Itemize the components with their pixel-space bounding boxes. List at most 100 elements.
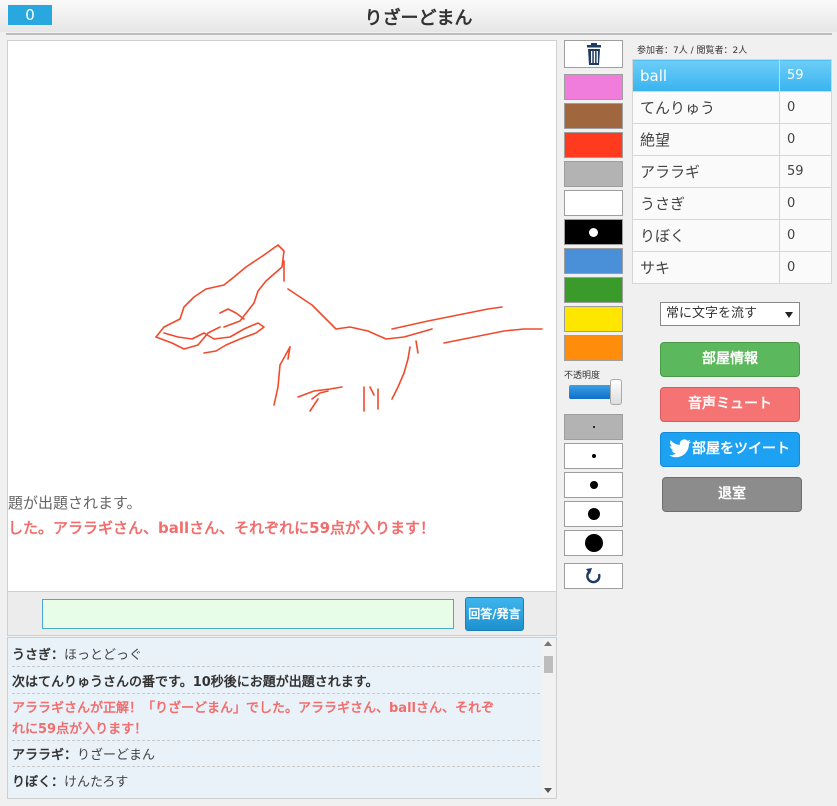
pen-dot-icon — [589, 481, 598, 489]
pen-size-5[interactable] — [564, 530, 623, 556]
color-swatch-orange[interactable] — [564, 335, 623, 361]
scroll-up-icon[interactable] — [544, 641, 552, 646]
scoreboard-row: サキ 0 — [632, 251, 832, 284]
color-swatch-brown[interactable] — [564, 103, 623, 129]
player-score: 0 — [779, 123, 832, 156]
selected-indicator-icon — [589, 228, 598, 237]
undo-button[interactable] — [564, 563, 623, 589]
page-title: りざーどまん — [364, 8, 473, 29]
chat-author: うさぎ： — [12, 648, 65, 663]
chat-author: りぼく： — [12, 775, 65, 790]
stroke-leg2 — [311, 390, 329, 400]
player-name: うさぎ — [632, 187, 780, 220]
pen-size-3[interactable] — [564, 472, 623, 498]
message-mode-select[interactable]: 常に文字を流す — [660, 302, 800, 326]
drawing-canvas[interactable]: 題が出題されます。 した。アララギさん、ballさん、それぞれに59点が入ります… — [7, 40, 557, 592]
chevron-down-icon — [785, 312, 793, 318]
message-mode-value: 常に文字を流す — [666, 306, 758, 321]
answer-submit-button[interactable]: 回答/発言 — [465, 597, 524, 631]
color-swatch-gray[interactable] — [564, 161, 623, 187]
header-divider — [6, 33, 832, 35]
trash-icon — [587, 43, 601, 65]
color-swatch-white[interactable] — [564, 190, 623, 216]
stroke-leg3 — [309, 398, 319, 412]
color-swatch-pink[interactable] — [564, 74, 623, 100]
player-name: 絶望 — [632, 123, 780, 156]
player-score: 59 — [779, 155, 832, 188]
chat-message: りぼく：けんたろす — [12, 772, 540, 793]
stroke-tail1 — [391, 306, 503, 330]
tweet-room-button[interactable]: 部屋をツイート — [660, 432, 800, 467]
answer-bar: 回答/発言 — [7, 592, 557, 636]
stroke-back — [287, 288, 433, 340]
pen-size-4[interactable] — [564, 501, 623, 527]
player-score: 0 — [779, 219, 832, 252]
scoreboard-row: アララギ 59 — [632, 155, 832, 188]
player-name: アララギ — [632, 155, 780, 188]
scoreboard-row: てんりゅう 0 — [632, 91, 832, 124]
chat-message: アララギさんが正解！「りざーどまん」でした。アララギさん、ballさん、それぞ … — [12, 698, 540, 741]
chat-text-cont: れに59点が入ります！ — [12, 722, 148, 737]
scoreboard-row: ball 59 — [632, 59, 832, 92]
mute-audio-button[interactable]: 音声ミュート — [660, 387, 800, 422]
stroke-arm2 — [219, 308, 245, 320]
chat-text: 次はてんりゅうさんの番です。10秒後にお題が出題されます。 — [12, 675, 379, 690]
scoreboard-row: 絶望 0 — [632, 123, 832, 156]
opacity-slider-thumb[interactable] — [609, 379, 622, 405]
chat-text: アララギさんが正解！「りざーどまん」でした。アララギさん、ballさん、それぞ — [12, 701, 494, 716]
player-score: 0 — [779, 251, 832, 284]
chat-message: うさぎ：ほっとどっぐ — [12, 645, 540, 667]
scroll-thumb[interactable] — [544, 656, 553, 673]
player-score: 0 — [779, 187, 832, 220]
color-swatch-red[interactable] — [564, 132, 623, 158]
player-name: ball — [632, 59, 780, 92]
twitter-bird-icon — [669, 439, 692, 458]
stroke-belly — [273, 346, 291, 406]
chat-author: アララギ： — [12, 748, 78, 763]
stroke-leg1 — [297, 386, 343, 398]
stroke-arm — [203, 322, 265, 354]
answer-input[interactable] — [42, 599, 454, 629]
pen-dot-icon — [592, 426, 595, 428]
color-swatch-green[interactable] — [564, 277, 623, 303]
canvas-message-line2: した。アララギさん、ballさん、それぞれに59点が入ります！ — [8, 519, 436, 537]
pen-dot-icon — [591, 454, 596, 458]
chat-text: りざーどまん — [77, 748, 156, 763]
scoreboard-row: りぼく 0 — [632, 219, 832, 252]
canvas-message-line1: 題が出題されます。 — [8, 494, 142, 512]
chat-scrollbar[interactable] — [542, 639, 555, 797]
pen-dot-icon — [587, 508, 600, 520]
chat-text: ほっとどっぐ — [64, 648, 143, 663]
header-bar: 0 りざーどまん — [0, 0, 837, 32]
participant-count: 参加者：7人 / 閲覧者：2人 — [637, 46, 748, 56]
scroll-down-icon[interactable] — [544, 788, 552, 793]
clear-canvas-button[interactable] — [564, 40, 623, 68]
stroke-head — [155, 244, 285, 338]
stroke-jaw — [163, 332, 205, 340]
opacity-label: 不透明度 — [564, 371, 601, 381]
scoreboard-table: ball 59 てんりゅう 0 絶望 0 アララギ 59 うさぎ 0 りぼく 0… — [632, 59, 832, 284]
pen-size-1[interactable] — [564, 414, 623, 440]
pen-dot-icon — [584, 534, 603, 552]
chat-log[interactable]: うさぎ：ほっとどっぐ 次はてんりゅうさんの番です。10秒後にお題が出題されます。… — [7, 637, 557, 799]
undo-icon — [586, 568, 601, 584]
pen-size-2[interactable] — [564, 443, 623, 469]
room-info-button[interactable]: 部屋情報 — [660, 342, 800, 377]
stroke-leg7 — [415, 340, 419, 354]
chat-message: 次はてんりゅうさんの番です。10秒後にお題が出題されます。 — [12, 672, 540, 694]
stroke-tail2 — [443, 328, 543, 344]
chat-message: アララギ：りざーどまん — [12, 745, 540, 767]
stroke-small — [369, 386, 375, 396]
color-swatch-blue[interactable] — [564, 248, 623, 274]
player-name: サキ — [632, 251, 780, 284]
scoreboard-row: うさぎ 0 — [632, 187, 832, 220]
stroke-leg6 — [391, 346, 411, 400]
player-name: てんりゅう — [632, 91, 780, 124]
player-name: りぼく — [632, 219, 780, 252]
leave-room-button[interactable]: 退室 — [662, 477, 802, 512]
color-swatch-black[interactable] — [564, 219, 623, 245]
player-score: 0 — [779, 91, 832, 124]
chat-text: けんたろす — [64, 775, 129, 790]
player-score: 59 — [779, 59, 832, 92]
color-swatch-yellow[interactable] — [564, 306, 623, 332]
